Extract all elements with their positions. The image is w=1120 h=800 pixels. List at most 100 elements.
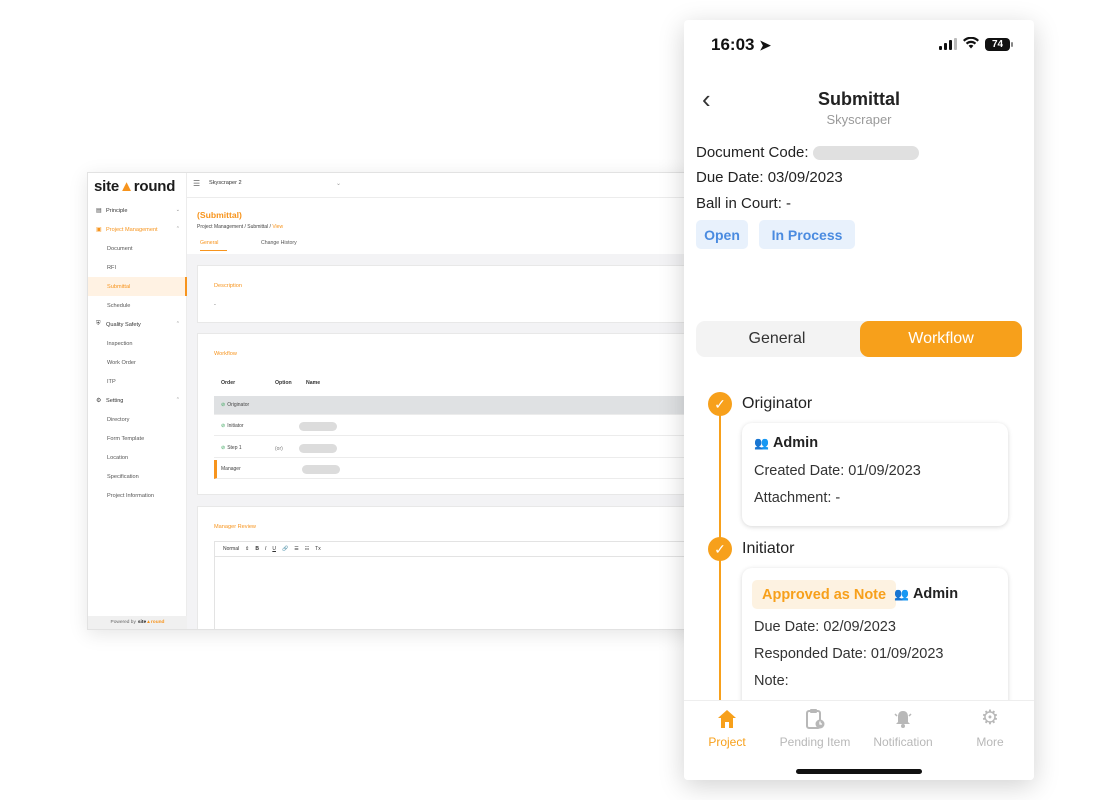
sidebar-item-submittal[interactable]: Submittal: [88, 277, 187, 296]
responded-date: Responded Date: 01/09/2023: [754, 646, 944, 662]
bullet-list-icon[interactable]: ☷: [305, 546, 309, 552]
due-date-field: Due Date: 03/09/2023: [696, 169, 843, 186]
rich-text-toolbar: Normal ⇕ B I U 🔗 ☰ ☷ Tx: [214, 541, 706, 557]
powered-by-footer: Powered by site▲round: [88, 616, 187, 629]
table-row[interactable]: ⊘ Step 1 (or): [214, 439, 706, 458]
bottom-tab-bar: Project Pending Item Notification ⚙ More: [684, 700, 1034, 780]
sidebar-item-location[interactable]: Location: [88, 448, 187, 467]
sidebar-item-form-template[interactable]: Form Template: [88, 429, 187, 448]
dashboard-icon: ▤: [96, 208, 102, 214]
table-row[interactable]: Manager: [214, 460, 706, 479]
desktop-page-header: (Submittal) Project Management / Submitt…: [187, 198, 706, 254]
table-row[interactable]: ⊘ Initiator: [214, 417, 706, 436]
format-select[interactable]: Normal: [223, 546, 239, 552]
timeline-line: [719, 415, 721, 715]
home-icon: [684, 705, 771, 731]
location-arrow-icon: ➤: [759, 37, 771, 53]
cellular-signal-icon: [939, 38, 957, 50]
menu-toggle-icon[interactable]: ☰: [193, 179, 200, 188]
column-header-order: Order: [221, 380, 236, 386]
tab-general[interactable]: General: [200, 240, 227, 251]
column-header-name: Name: [306, 380, 321, 386]
tab-change-history[interactable]: Change History: [261, 240, 297, 246]
desktop-app-window: site▲round ▤ Principle ⌄ ▣ Project Manageme…: [87, 172, 707, 630]
sitearound-footer-logo: site▲round: [137, 620, 165, 625]
sidebar-item-inspection[interactable]: Inspection: [88, 334, 187, 353]
italic-button[interactable]: I: [265, 546, 266, 552]
desktop-sidebar: site▲round ▤ Principle ⌄ ▣ Project Manageme…: [88, 173, 187, 629]
redacted-name: [302, 465, 340, 474]
segment-general[interactable]: General: [696, 321, 858, 357]
sidebar-item-document[interactable]: Document: [88, 239, 187, 258]
sidebar-group-setting[interactable]: ⚙ Setting ⌃: [88, 391, 187, 410]
tab-pending-item[interactable]: Pending Item: [771, 705, 859, 749]
due-date: Due Date: 02/09/2023: [754, 619, 896, 635]
battery-icon: 74: [985, 37, 1013, 51]
mobile-app-screen: 16:03 ➤ 74 ‹ Submittal Skyscraper Docume…: [684, 20, 1034, 780]
approval-status-badge: Approved as Note: [752, 580, 897, 609]
check-circle-icon: ✓: [708, 537, 732, 561]
attachment: Attachment: -: [754, 490, 841, 506]
sidebar-group-project-management[interactable]: ▣ Project Management ⌃: [88, 220, 187, 239]
workflow-title: Workflow: [214, 351, 237, 357]
check-circle-icon: ⊘: [221, 402, 226, 408]
ordered-list-icon[interactable]: ☰: [294, 546, 298, 552]
gear-icon: ⚙: [96, 398, 102, 404]
format-select-arrow-icon[interactable]: ⇕: [245, 546, 249, 552]
breadcrumb-current[interactable]: View: [272, 224, 283, 230]
clear-format-icon[interactable]: Tx: [315, 546, 321, 552]
status-time: 16:03 ➤: [711, 35, 771, 54]
description-title: Description: [214, 283, 242, 289]
page-title: (Submittal): [197, 210, 242, 220]
table-row[interactable]: ⊘ Originator: [214, 396, 706, 415]
chevron-down-icon: ⌄: [335, 181, 341, 187]
sidebar-item-schedule[interactable]: Schedule: [88, 296, 187, 315]
link-icon[interactable]: 🔗: [282, 546, 288, 552]
sidebar-item-work-order[interactable]: Work Order: [88, 353, 187, 372]
step-label-initiator: Initiator: [742, 540, 795, 557]
segment-workflow[interactable]: Workflow: [860, 321, 1022, 357]
step-label-originator: Originator: [742, 395, 813, 412]
status-badge-open: Open: [696, 220, 748, 249]
sidebar-item-specification[interactable]: Specification: [88, 467, 187, 486]
status-badge-in-process: In Process: [759, 220, 855, 249]
description-value: -: [214, 302, 216, 308]
created-date: Created Date: 01/09/2023: [754, 463, 921, 479]
breadcrumb: Project Management / Submittal / View: [197, 224, 284, 230]
note: Note:: [754, 673, 789, 689]
sitearound-logo[interactable]: site▲round: [94, 178, 175, 195]
folder-icon: ▣: [96, 227, 102, 233]
check-circle-icon: ⊘: [221, 423, 226, 429]
step-assignee: 👥 Admin: [754, 435, 819, 451]
status-icons: 74: [939, 36, 1013, 52]
clipboard-icon: [771, 705, 859, 731]
sidebar-item-directory[interactable]: Directory: [88, 410, 187, 429]
review-editor[interactable]: [214, 557, 706, 629]
page-subtitle: Skyscraper: [826, 112, 892, 127]
chevron-up-icon: ⌃: [175, 397, 180, 403]
sidebar-group-quality-safety[interactable]: ⛨ Quality Safety ⌃: [88, 315, 187, 334]
tab-notification[interactable]: Notification: [859, 705, 947, 749]
tab-project[interactable]: Project: [684, 705, 771, 749]
sidebar-menu: ▤ Principle ⌄ ▣ Project Management ⌃ Documen…: [88, 201, 187, 505]
step-assignee: 👥 Admin: [894, 586, 959, 602]
chevron-down-icon: ⌄: [175, 207, 180, 213]
sidebar-item-itp[interactable]: ITP: [88, 372, 187, 391]
check-circle-icon: ⊘: [221, 445, 226, 451]
users-icon: 👥: [894, 587, 909, 601]
column-header-option: Option: [275, 380, 292, 386]
sidebar-group-principle[interactable]: ▤ Principle ⌄: [88, 201, 187, 220]
step-card-originator: 👥 Admin Created Date: 01/09/2023 Attachme…: [742, 423, 1008, 526]
desktop-topbar: ☰ Skyscraper 2 ⌄: [187, 173, 706, 198]
home-indicator: [796, 769, 922, 774]
tab-more[interactable]: ⚙ More: [946, 705, 1034, 749]
bold-button[interactable]: B: [255, 546, 259, 552]
redacted-name: [299, 422, 337, 431]
underline-button[interactable]: U: [272, 546, 276, 552]
sidebar-item-project-information[interactable]: Project Information: [88, 486, 187, 505]
project-select[interactable]: Skyscraper 2 ⌄: [209, 180, 341, 190]
wifi-icon: [963, 36, 979, 52]
shield-icon: ⛨: [96, 321, 101, 327]
users-icon: 👥: [754, 436, 769, 450]
sidebar-item-rfi[interactable]: RFI: [88, 258, 187, 277]
